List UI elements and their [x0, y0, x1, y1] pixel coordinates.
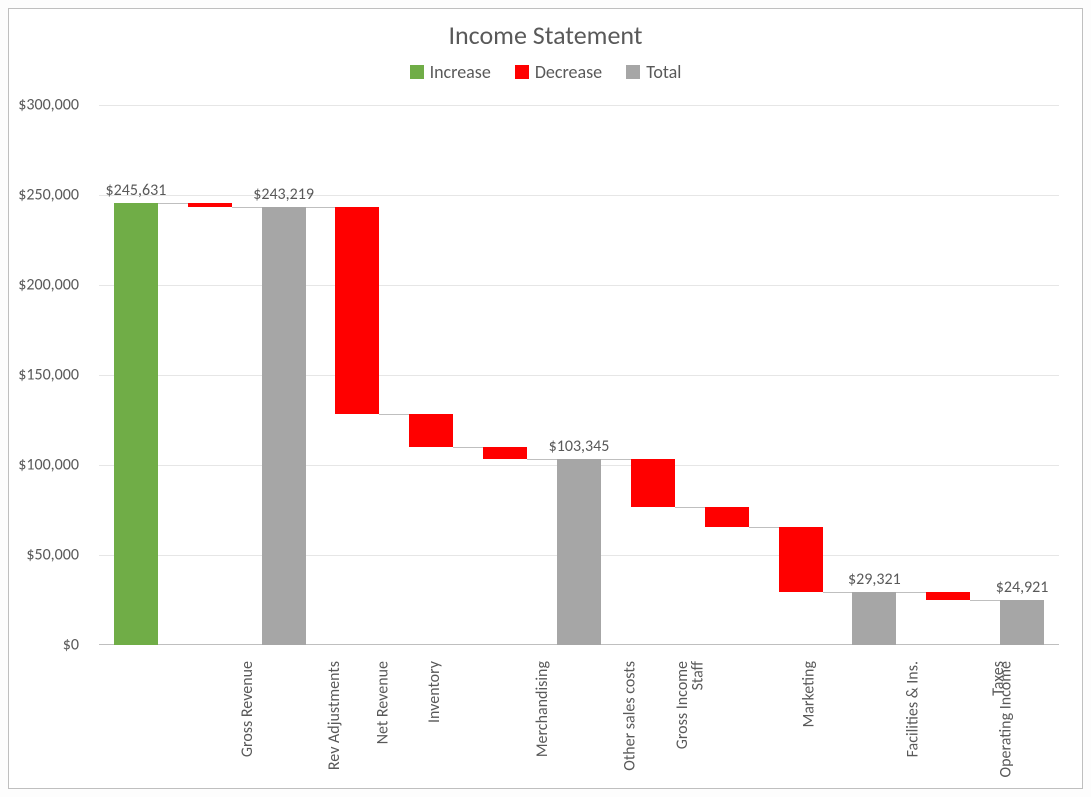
x-tick-label: Gross Revenue — [238, 661, 257, 757]
bar-total — [852, 592, 896, 645]
x-tick-label: Taxes — [989, 661, 1008, 696]
x-tick-label: Net Revenue — [373, 661, 392, 744]
legend-item-increase: Increase — [410, 61, 491, 83]
bar-decrease — [483, 447, 527, 459]
connector-line — [749, 527, 779, 528]
bar-total — [557, 459, 601, 645]
y-tick-label: $50,000 — [9, 546, 79, 565]
gridline — [99, 195, 1059, 196]
connector-line — [453, 447, 483, 448]
y-tick-label: $200,000 — [9, 276, 79, 295]
bar-decrease — [779, 527, 823, 592]
connector-line — [675, 507, 705, 508]
legend-label: Total — [646, 61, 681, 83]
bar-decrease — [926, 592, 970, 600]
data-label: $243,219 — [253, 185, 314, 204]
chart-title: Income Statement — [9, 19, 1082, 51]
x-tick-label: Staff — [688, 661, 707, 690]
x-tick-label: Rev Adjustments — [325, 661, 344, 770]
data-label: $24,921 — [996, 578, 1049, 597]
bar-decrease — [705, 507, 749, 527]
x-tick-label: Marketing — [799, 661, 818, 727]
x-tick-label: Facilities & Ins. — [903, 661, 922, 757]
data-label: $245,631 — [106, 181, 167, 200]
legend-item-total: Total — [626, 61, 681, 83]
legend-label: Decrease — [535, 61, 602, 83]
y-tick-label: $0 — [9, 636, 79, 655]
plot-area: $0$50,000$100,000$150,000$200,000$250,00… — [99, 105, 1059, 645]
bar-total — [262, 207, 306, 645]
bar-decrease — [188, 203, 232, 207]
bar-total — [1000, 600, 1044, 645]
square-icon — [515, 65, 529, 79]
x-tick-label: Other sales costs — [621, 661, 640, 771]
connector-line — [306, 207, 336, 208]
bar-decrease — [631, 459, 675, 507]
y-tick-label: $150,000 — [9, 366, 79, 385]
gridline — [99, 375, 1059, 376]
legend-label: Increase — [430, 61, 491, 83]
connector-line — [970, 600, 1000, 601]
gridline — [99, 105, 1059, 106]
x-tick-label: Inventory — [425, 661, 444, 723]
legend-item-decrease: Decrease — [515, 61, 602, 83]
legend: Increase Decrease Total — [9, 61, 1082, 84]
square-icon — [410, 65, 424, 79]
gridline — [99, 285, 1059, 286]
bar-increase — [114, 203, 158, 645]
bar-decrease — [409, 414, 453, 447]
square-icon — [626, 65, 640, 79]
connector-line — [823, 592, 853, 593]
bar-decrease — [335, 207, 379, 414]
y-tick-label: $300,000 — [9, 96, 79, 115]
data-label: $103,345 — [549, 437, 610, 456]
data-label: $29,321 — [848, 570, 901, 589]
x-tick-label: Merchandising — [533, 661, 552, 757]
connector-line — [896, 592, 926, 593]
connector-line — [379, 414, 409, 415]
connector-line — [232, 207, 262, 208]
connector-line — [527, 459, 557, 460]
y-tick-label: $100,000 — [9, 456, 79, 475]
connector-line — [158, 203, 188, 204]
connector-line — [601, 459, 631, 460]
chart-frame: Income Statement Increase Decrease Total… — [8, 8, 1083, 789]
y-tick-label: $250,000 — [9, 186, 79, 205]
